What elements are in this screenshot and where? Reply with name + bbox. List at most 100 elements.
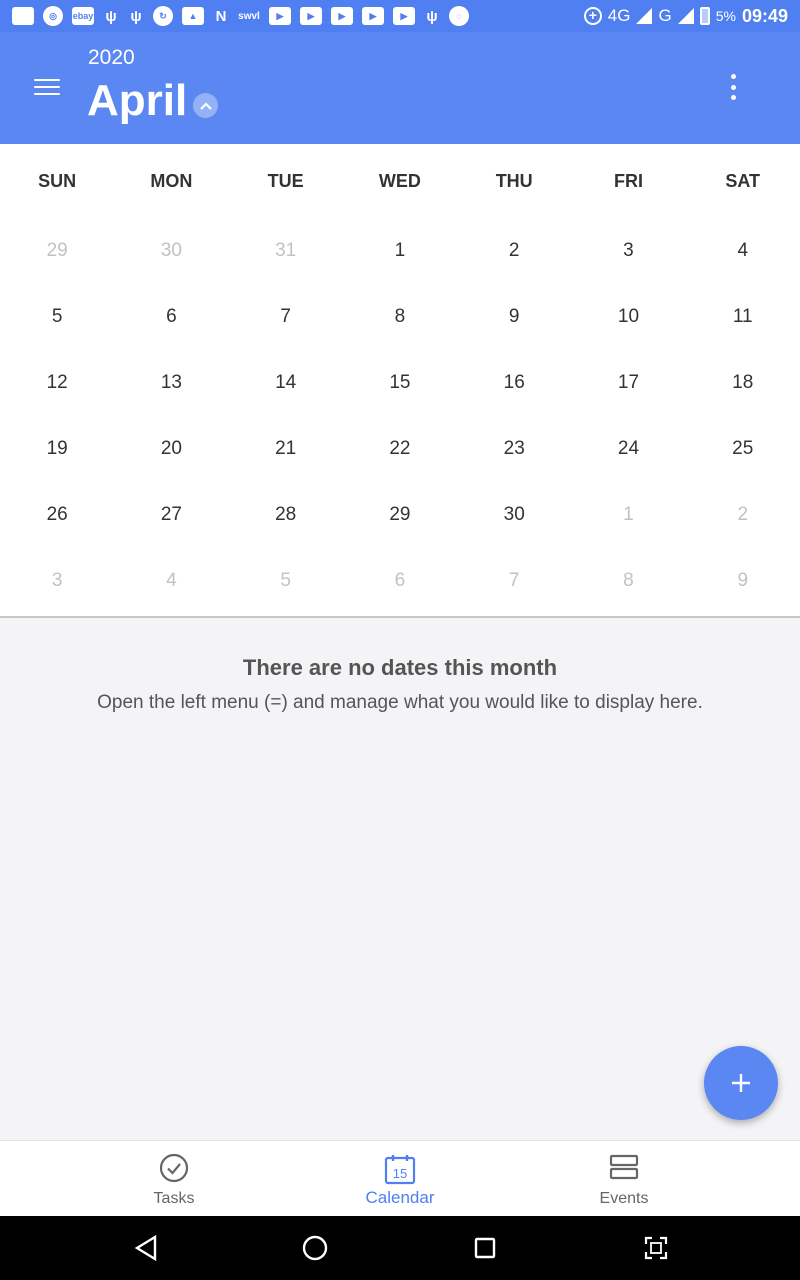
youtube-icon: ▶ [300, 7, 322, 25]
tab-tasks[interactable]: Tasks [94, 1141, 254, 1217]
calendar-day[interactable]: 18 [686, 372, 800, 394]
network-g-label: G [658, 6, 672, 25]
calendar-day-outside-month[interactable]: 4 [114, 570, 228, 592]
calendar-day[interactable]: 25 [686, 438, 800, 460]
calendar-day[interactable]: 24 [571, 438, 685, 460]
calendar-day[interactable]: 1 [343, 240, 457, 262]
usb-icon: ψ [426, 7, 438, 25]
week-row: 3456789 [0, 548, 800, 614]
calendar-day[interactable]: 20 [114, 438, 228, 460]
data-saver-icon: + [583, 7, 602, 25]
calendar-day-outside-month[interactable]: 3 [0, 570, 114, 592]
tab-events-label: Events [599, 1190, 649, 1207]
sync-icon: ↻ [153, 6, 173, 26]
calendar-day[interactable]: 8 [343, 306, 457, 328]
calendar-day[interactable]: 5 [0, 306, 114, 328]
calendar-day[interactable]: 23 [457, 438, 571, 460]
calendar-day[interactable]: 28 [229, 504, 343, 526]
calendar-day[interactable]: 3 [571, 240, 685, 262]
weekday-label: SUN [38, 170, 77, 191]
usb-icon: ψ [130, 7, 142, 25]
check-circle-icon [159, 1153, 189, 1188]
hamburger-menu-icon[interactable] [30, 70, 64, 104]
tab-calendar-label: Calendar [365, 1188, 435, 1207]
year-label: 2020 [88, 46, 135, 69]
plus-icon [732, 1074, 750, 1092]
youtube-icon: ▶ [393, 7, 415, 25]
calendar-day[interactable]: 4 [686, 240, 800, 262]
empty-state-message: Open the left menu (=) and manage what y… [97, 692, 703, 713]
system-navigation-bar [0, 1216, 800, 1280]
calendar-day[interactable]: 29 [343, 504, 457, 526]
app-icon: ◌ [449, 6, 469, 26]
calendar-day[interactable]: 2 [457, 240, 571, 262]
calendar-day-outside-month[interactable]: 8 [571, 570, 685, 592]
calendar-day-outside-month[interactable]: 9 [686, 570, 800, 592]
add-button[interactable] [704, 1046, 778, 1120]
calendar-day-outside-month[interactable]: 30 [114, 240, 228, 262]
clock: 09:49 [741, 5, 788, 26]
calendar-day[interactable]: 15 [343, 372, 457, 394]
youtube-icon: ▶ [269, 7, 291, 25]
calendar-day[interactable]: 13 [114, 372, 228, 394]
calendar-day[interactable]: 17 [571, 372, 685, 394]
app-icon [12, 7, 34, 25]
tab-calendar[interactable]: 15 Calendar [320, 1141, 480, 1217]
calendar-day[interactable]: 7 [229, 306, 343, 328]
calendar-day[interactable]: 22 [343, 438, 457, 460]
calendar-day-outside-month[interactable]: 7 [457, 570, 571, 592]
calendar-day-outside-month[interactable]: 31 [229, 240, 343, 262]
app-bar: 2020 April [0, 32, 800, 144]
system-indicators: + 4G G 5% 09:49 [583, 5, 800, 27]
calendar-icon: 15 [384, 1153, 416, 1190]
signal-icon [636, 8, 653, 24]
signal-icon [677, 8, 694, 24]
calendar-day[interactable]: 27 [114, 504, 228, 526]
youtube-icon: ▶ [331, 7, 353, 25]
image-icon: ▲ [182, 7, 204, 25]
usb-icon: ψ [105, 7, 117, 25]
calendar-grid: 29 30 31 1 2 3 4 5 6 7 8 9 10 11 12 13 14 15 16 17 18 19 20 21 2… [0, 218, 800, 614]
bottom-navigation: Tasks 15 Calendar Events [0, 1140, 800, 1216]
tab-events[interactable]: Events [544, 1141, 704, 1217]
events-list-icon [609, 1153, 639, 1186]
week-row: 19 20 21 22 23 24 25 [0, 416, 800, 482]
screenshot-icon[interactable] [642, 1234, 670, 1262]
calendar-day[interactable]: 26 [0, 504, 114, 526]
calendar-day[interactable]: 12 [0, 372, 114, 394]
back-icon[interactable] [132, 1234, 160, 1262]
battery-icon [699, 7, 710, 25]
calendar-day[interactable]: 6 [114, 306, 228, 328]
calendar-day[interactable]: 9 [457, 306, 571, 328]
calendar-day-outside-month[interactable]: 5 [229, 570, 343, 592]
more-options-icon[interactable] [722, 74, 744, 100]
tab-tasks-label: Tasks [153, 1190, 195, 1207]
chevron-up-icon[interactable] [193, 93, 218, 118]
calendar-day[interactable]: 21 [229, 438, 343, 460]
recent-apps-icon[interactable] [471, 1234, 499, 1262]
calendar-day-outside-month[interactable]: 6 [343, 570, 457, 592]
nav-icon: N [215, 7, 227, 25]
month-title[interactable]: April [87, 76, 187, 126]
ebay-icon-label: ebay [72, 11, 94, 21]
week-row: 29 30 31 1 2 3 4 [0, 218, 800, 284]
calendar-day-outside-month[interactable]: 1 [571, 504, 685, 526]
calendar-day-outside-month[interactable]: 2 [686, 504, 800, 526]
month-calendar: SUN MON TUE WED THU FRI SAT 29 30 31 1 2 3 4 5 6 7 8 9 10 1… [0, 144, 800, 618]
week-row: 26 27 28 29 30 1 2 [0, 482, 800, 548]
calendar-day[interactable]: 11 [686, 306, 800, 328]
weekday-label: SAT [725, 170, 761, 191]
home-icon[interactable] [301, 1234, 329, 1262]
ebay-icon: ebay [72, 7, 94, 25]
weekday-label: TUE [267, 170, 304, 191]
weekday-label: WED [378, 170, 421, 191]
calendar-day-outside-month[interactable]: 29 [0, 240, 114, 262]
calendar-day[interactable]: 30 [457, 504, 571, 526]
calendar-day[interactable]: 10 [571, 306, 685, 328]
weekday-label: MON [150, 170, 193, 191]
week-row: 12 13 14 15 16 17 18 [0, 350, 800, 416]
calendar-day[interactable]: 19 [0, 438, 114, 460]
network-4g-label: 4G [607, 6, 631, 25]
calendar-day[interactable]: 16 [457, 372, 571, 394]
calendar-day[interactable]: 14 [229, 372, 343, 394]
